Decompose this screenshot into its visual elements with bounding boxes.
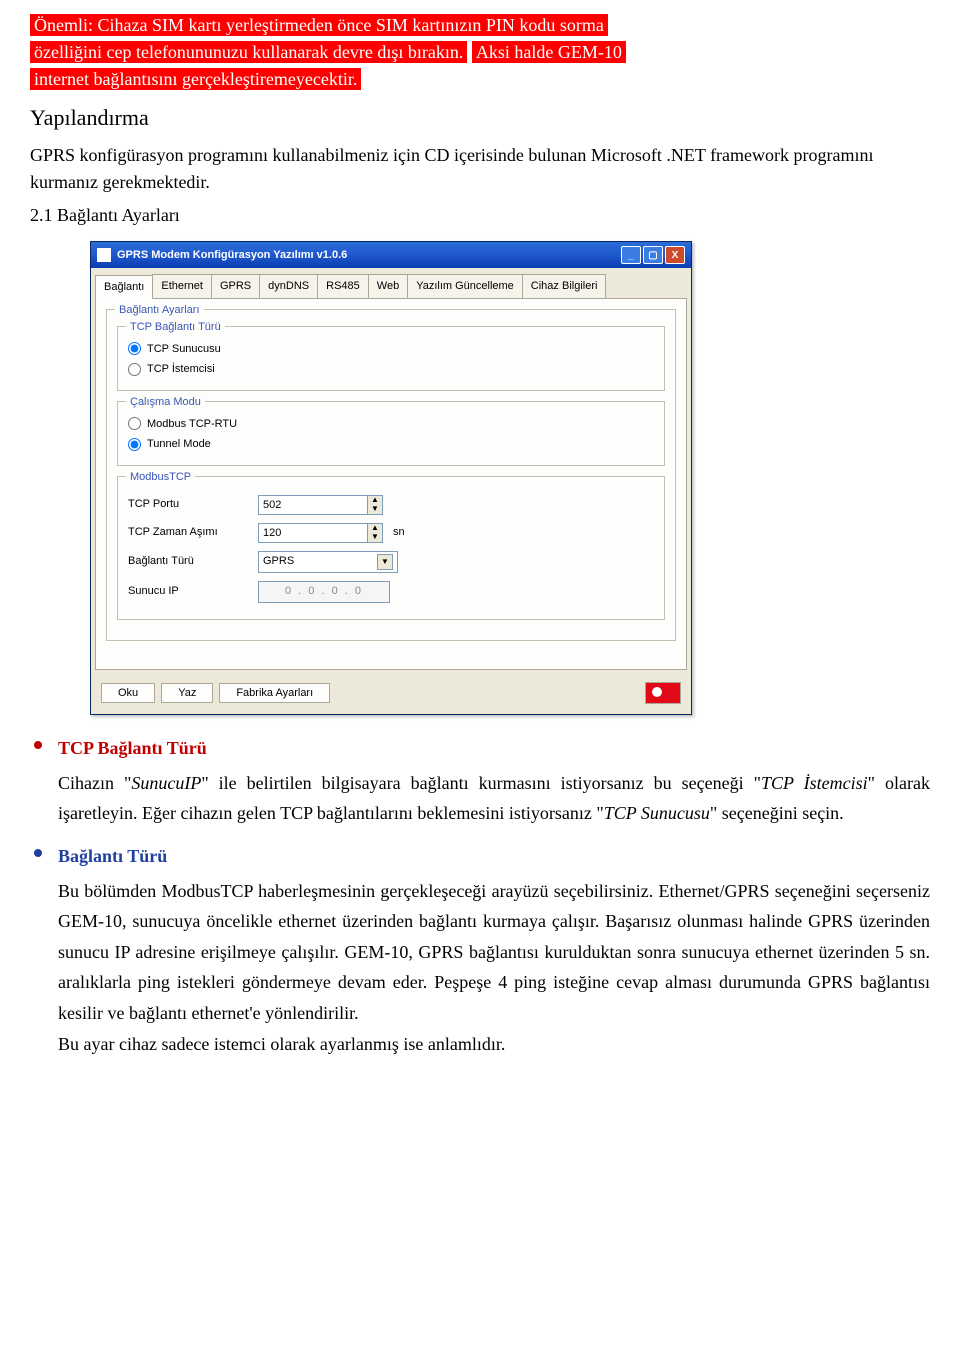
group-modbus-tcp: ModbusTCP TCP Portu ▲ ▼ TCP Zaman Aşım	[117, 476, 665, 620]
radio-tunnel-label: Tunnel Mode	[147, 436, 211, 453]
window-maximize-button[interactable]: ▢	[643, 246, 663, 264]
radio-modbus-tcp-rtu[interactable]	[128, 417, 141, 430]
window-app-icon	[97, 248, 111, 262]
row-tcp-port: TCP Portu ▲ ▼	[128, 495, 654, 515]
spinner-tcp-timeout[interactable]: ▲ ▼	[258, 523, 383, 543]
input-server-ip[interactable]: 0 . 0 . 0 . 0	[258, 581, 390, 603]
radio-row-tunnel[interactable]: Tunnel Mode	[128, 436, 654, 453]
bullet-connection-type: Bağlantı Türü Bu bölümden ModbusTCP habe…	[58, 843, 930, 1060]
row-tcp-timeout: TCP Zaman Aşımı ▲ ▼ sn	[128, 523, 654, 543]
window-title: GPRS Modem Konfigürasyon Yazılımı v1.0.6	[117, 247, 621, 264]
radio-modbus-label: Modbus TCP-RTU	[147, 416, 237, 433]
tab-panel-baglanti: Bağlantı Ayarları TCP Bağlantı Türü TCP …	[95, 298, 687, 670]
unit-seconds: sn	[393, 524, 405, 541]
spinner-tcp-port[interactable]: ▲ ▼	[258, 495, 383, 515]
group-connection-legend: Bağlantı Ayarları	[115, 302, 204, 319]
row-connection-type: Bağlantı Türü GPRS ▼	[128, 551, 654, 573]
config-intro-paragraph: GPRS konfigürasyon programını kullanabil…	[30, 142, 930, 196]
input-tcp-timeout[interactable]	[258, 523, 368, 543]
radio-tcp-client-label: TCP İstemcisi	[147, 361, 215, 378]
tab-gprs[interactable]: GPRS	[211, 274, 260, 298]
group-mode-legend: Çalışma Modu	[126, 394, 205, 411]
warning-line3a: Aksi halde GEM-10	[472, 41, 626, 63]
tab-ethernet[interactable]: Ethernet	[152, 274, 212, 298]
input-tcp-port[interactable]	[258, 495, 368, 515]
radio-tunnel-mode[interactable]	[128, 438, 141, 451]
tab-dyndns[interactable]: dynDNS	[259, 274, 318, 298]
warning-line3b: internet bağlantısını gerçekleştiremeyec…	[30, 68, 361, 90]
combo-connection-value: GPRS	[263, 553, 294, 570]
group-modbus-legend: ModbusTCP	[126, 469, 195, 486]
read-button[interactable]: Oku	[101, 683, 155, 703]
spinner-down-icon[interactable]: ▼	[368, 505, 382, 514]
label-tcp-timeout: TCP Zaman Aşımı	[128, 524, 258, 541]
bullet-body-tcp: Cihazın "SunucuIP" ile belirtilen bilgis…	[58, 768, 930, 829]
label-server-ip: Sunucu IP	[128, 583, 258, 600]
factory-reset-button[interactable]: Fabrika Ayarları	[219, 683, 330, 703]
tab-rs485[interactable]: RS485	[317, 274, 369, 298]
warning-line2: özelliğini cep telefonununuzu kullanarak…	[30, 41, 467, 63]
warning-paragraph: Önemli: Cihaza SIM kartı yerleştirmeden …	[30, 12, 930, 93]
warning-line1: Önemli: Cihaza SIM kartı yerleştirmeden …	[30, 14, 608, 36]
bullet-body-conntype: Bu bölümden ModbusTCP haberleşmesinin ge…	[58, 876, 930, 1029]
flag-turkey-icon[interactable]	[645, 682, 681, 704]
tab-baglanti[interactable]: Bağlantı	[95, 275, 153, 299]
group-tcp-legend: TCP Bağlantı Türü	[126, 319, 225, 336]
bullet-title-conntype: Bağlantı Türü	[58, 843, 930, 870]
tab-firmware[interactable]: Yazılım Güncelleme	[407, 274, 523, 298]
group-tcp-type: TCP Bağlantı Türü TCP Sunucusu TCP İstem…	[117, 326, 665, 391]
bullet-body-conntype2: Bu ayar cihaz sadece istemci olarak ayar…	[58, 1029, 930, 1060]
row-server-ip: Sunucu IP 0 . 0 . 0 . 0	[128, 581, 654, 603]
radio-row-tcp-client[interactable]: TCP İstemcisi	[128, 361, 654, 378]
window-minimize-button[interactable]: _	[621, 246, 641, 264]
tab-device-info[interactable]: Cihaz Bilgileri	[522, 274, 607, 298]
radio-row-modbus[interactable]: Modbus TCP-RTU	[128, 416, 654, 433]
tab-web[interactable]: Web	[368, 274, 408, 298]
app-window: GPRS Modem Konfigürasyon Yazılımı v1.0.6…	[90, 241, 692, 715]
radio-tcp-client[interactable]	[128, 363, 141, 376]
combo-connection-type[interactable]: GPRS ▼	[258, 551, 398, 573]
group-connection-settings: Bağlantı Ayarları TCP Bağlantı Türü TCP …	[106, 309, 676, 641]
window-close-button[interactable]: X	[665, 246, 685, 264]
group-mode: Çalışma Modu Modbus TCP-RTU Tunnel Mode	[117, 401, 665, 466]
bullet-title-tcp: TCP Bağlantı Türü	[58, 735, 930, 762]
chevron-down-icon[interactable]: ▼	[377, 554, 393, 570]
section-heading-config: Yapılandırma	[30, 101, 930, 134]
radio-tcp-server-label: TCP Sunucusu	[147, 341, 221, 358]
label-tcp-port: TCP Portu	[128, 496, 258, 513]
radio-tcp-server[interactable]	[128, 342, 141, 355]
label-connection-type: Bağlantı Türü	[128, 553, 258, 570]
tab-strip: Bağlantı Ethernet GPRS dynDNS RS485 Web …	[91, 268, 691, 298]
spinner-down-icon[interactable]: ▼	[368, 533, 382, 542]
window-titlebar: GPRS Modem Konfigürasyon Yazılımı v1.0.6…	[91, 242, 691, 268]
bullet-tcp-connection-type: TCP Bağlantı Türü Cihazın "SunucuIP" ile…	[58, 735, 930, 829]
button-row: Oku Yaz Fabrika Ayarları	[91, 676, 691, 714]
subsection-heading-connection: 2.1 Bağlantı Ayarları	[30, 202, 930, 229]
write-button[interactable]: Yaz	[161, 683, 213, 703]
radio-row-tcp-server[interactable]: TCP Sunucusu	[128, 341, 654, 358]
